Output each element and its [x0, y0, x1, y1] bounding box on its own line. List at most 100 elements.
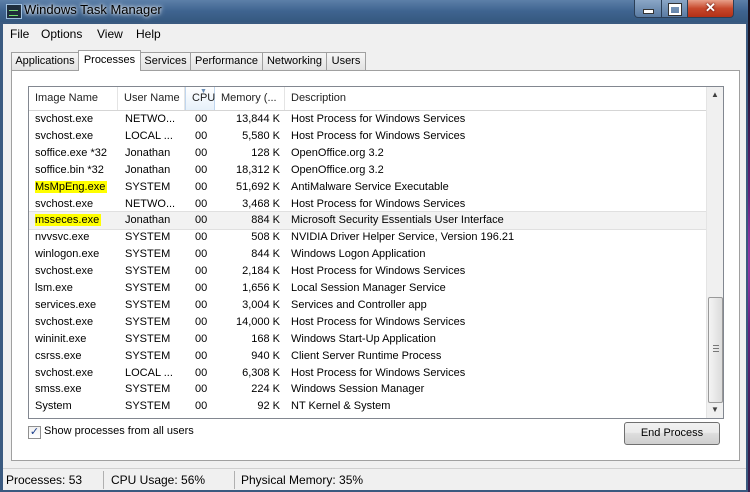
show-all-users-label: Show processes from all users: [44, 425, 194, 437]
process-description: Local Session Manager Service: [291, 282, 446, 294]
close-icon: ✕: [705, 0, 716, 15]
process-cpu: 00: [195, 113, 208, 125]
table-row[interactable]: lsm.exe SYSTEM 00 1,656 K Local Session Mana…: [29, 280, 707, 297]
process-image-name: smss.exe: [35, 383, 82, 396]
minimize-icon: [642, 9, 654, 14]
vertical-scrollbar[interactable]: ▲ ▼: [706, 87, 723, 418]
table-row[interactable]: services.exe SYSTEM 00 3,004 K Services and …: [29, 297, 707, 314]
process-cpu: 00: [195, 400, 208, 413]
process-user-name: SYSTEM: [125, 349, 171, 362]
process-user-name: SYSTEM: [125, 332, 171, 345]
table-row[interactable]: svchost.exe SYSTEM 00 14,000 K Host Process …: [29, 314, 707, 331]
table-row[interactable]: MsMpEng.exe SYSTEM 00 51,692 K AntiMalware S…: [29, 179, 707, 196]
process-description: Services and Controller app: [291, 298, 427, 311]
process-memory: 14,000 K: [235, 315, 280, 328]
process-cpu: 00: [195, 282, 208, 294]
table-row[interactable]: svchost.exe LOCAL ... 00 5,580 K Host Proces…: [29, 128, 707, 145]
table-row[interactable]: svchost.exe NETWO... 00 13,844 K Host Proces…: [29, 111, 707, 128]
scroll-grip-icon: [713, 345, 719, 353]
tab-users[interactable]: Users: [326, 52, 366, 70]
checkmark-icon: ✓: [29, 426, 40, 438]
process-cpu: 00: [195, 248, 208, 261]
scroll-thumb[interactable]: [708, 297, 723, 403]
tab-services[interactable]: Services: [140, 52, 191, 70]
menu-options[interactable]: Options: [41, 27, 82, 41]
process-user-name: SYSTEM: [125, 282, 171, 294]
process-description: Host Process for Windows Services: [291, 129, 466, 142]
process-cpu: 00: [195, 214, 208, 227]
process-user-name: SYSTEM: [125, 400, 171, 413]
title-bar[interactable]: Windows Task Manager ✕: [0, 0, 748, 22]
minimize-button[interactable]: [634, 0, 662, 18]
close-button[interactable]: ✕: [687, 0, 734, 18]
process-description: Microsoft Security Essentials User Inter…: [291, 214, 504, 227]
sort-descending-icon: ▼: [200, 88, 207, 95]
process-memory: 940 K: [251, 349, 280, 362]
table-row[interactable]: msseces.exe Jonathan 00 884 K Microsoft Secu…: [29, 211, 708, 231]
process-image-name: csrss.exe: [35, 349, 82, 362]
table-row[interactable]: csrss.exe SYSTEM 00 940 K Client Server Runt…: [29, 348, 707, 365]
tab-processes[interactable]: Processes: [78, 50, 141, 71]
process-user-name: LOCAL ...: [125, 129, 173, 142]
tab-performance[interactable]: Performance: [190, 52, 263, 70]
status-cpu-usage: CPU Usage: 56%: [111, 473, 206, 487]
process-memory: 3,468 K: [242, 197, 280, 210]
menu-file[interactable]: File: [10, 27, 29, 41]
process-user-name: SYSTEM: [125, 383, 171, 396]
process-cpu: 00: [195, 366, 208, 379]
table-row[interactable]: svchost.exe NETWO... 00 3,468 K Host Process…: [29, 196, 707, 213]
process-user-name: SYSTEM: [125, 315, 171, 328]
process-description: NVIDIA Driver Helper Service, Version 19…: [291, 231, 515, 244]
table-row[interactable]: winlogon.exe SYSTEM 00 844 K Windows Logon A…: [29, 246, 707, 263]
table-row[interactable]: smss.exe SYSTEM 00 224 K Windows Session Man…: [29, 381, 707, 398]
tab-networking[interactable]: Networking: [262, 52, 327, 70]
table-row[interactable]: nvvsvc.exe SYSTEM 00 508 K NVIDIA Driver Hel…: [29, 229, 707, 246]
window-title: Windows Task Manager: [24, 2, 162, 17]
process-user-name: SYSTEM: [125, 180, 171, 193]
process-cpu: 00: [195, 349, 208, 362]
process-description: Windows Session Manager: [291, 383, 425, 396]
menu-help[interactable]: Help: [136, 27, 161, 41]
process-description: NT Kernel & System: [291, 400, 391, 413]
process-image-name: soffice.exe *32: [35, 146, 107, 159]
table-row[interactable]: svchost.exe LOCAL ... 00 6,308 K Host Proces…: [29, 365, 707, 382]
process-memory: 884 K: [251, 214, 280, 227]
tab-applications[interactable]: Applications: [11, 52, 79, 70]
process-memory: 508 K: [251, 231, 280, 244]
process-cpu: 00: [195, 332, 208, 345]
table-row[interactable]: wininit.exe SYSTEM 00 168 K Windows Start-Up…: [29, 331, 707, 348]
task-manager-app-icon: [6, 4, 22, 19]
column-header-memory[interactable]: Memory (...: [215, 87, 285, 110]
process-list[interactable]: Image Name User Name ▼ CPU Memory (... D…: [28, 86, 724, 419]
column-header-cpu[interactable]: ▼ CPU: [185, 87, 215, 110]
table-row[interactable]: soffice.bin *32 Jonathan 00 18,312 K OpenOff…: [29, 162, 707, 179]
process-image-name: svchost.exe: [35, 197, 94, 210]
process-cpu: 00: [195, 163, 208, 176]
process-image-name: svchost.exe: [35, 113, 94, 125]
column-header-user-name[interactable]: User Name: [118, 87, 185, 110]
task-manager-window: Windows Task Manager ✕ File Options View…: [0, 0, 748, 492]
process-memory: 2,184 K: [242, 265, 280, 278]
process-memory: 51,692 K: [235, 180, 280, 193]
menu-view[interactable]: View: [97, 27, 123, 41]
process-image-name: services.exe: [35, 298, 97, 311]
process-memory: 13,844 K: [235, 113, 280, 125]
process-image-name: System: [35, 400, 72, 413]
end-process-button[interactable]: End Process: [624, 422, 720, 445]
process-cpu: 00: [195, 383, 208, 396]
show-all-users-checkbox[interactable]: ✓: [28, 426, 41, 439]
end-process-label: End Process: [640, 427, 704, 439]
table-row[interactable]: System SYSTEM 00 92 K NT Kernel & System: [29, 398, 707, 415]
scroll-down-arrow-icon[interactable]: ▼: [707, 402, 723, 418]
process-user-name: Jonathan: [125, 163, 171, 176]
status-bar: Processes: 53 CPU Usage: 56% Physical Me…: [3, 468, 746, 491]
window-client-area: File Options View Help Applications Proc…: [3, 24, 746, 490]
maximize-button[interactable]: [661, 0, 688, 18]
process-user-name: SYSTEM: [125, 231, 171, 244]
scroll-up-arrow-icon[interactable]: ▲: [707, 87, 723, 103]
table-row[interactable]: svchost.exe SYSTEM 00 2,184 K Host Process f…: [29, 263, 707, 280]
table-row[interactable]: soffice.exe *32 Jonathan 00 128 K OpenOffice…: [29, 145, 707, 162]
column-header-description[interactable]: Description: [285, 87, 707, 110]
column-header-image-name[interactable]: Image Name: [29, 87, 118, 110]
process-user-name: LOCAL ...: [125, 366, 173, 379]
